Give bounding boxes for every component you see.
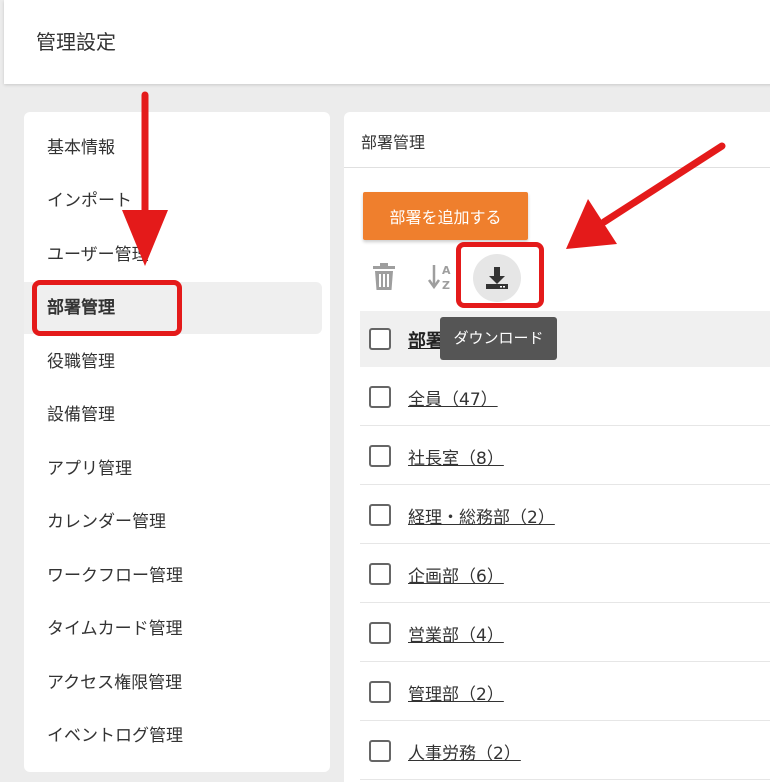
arrow-down-icon (122, 91, 168, 266)
annotation-arrows (122, 91, 726, 266)
arrow-diagonal-icon (566, 142, 726, 249)
